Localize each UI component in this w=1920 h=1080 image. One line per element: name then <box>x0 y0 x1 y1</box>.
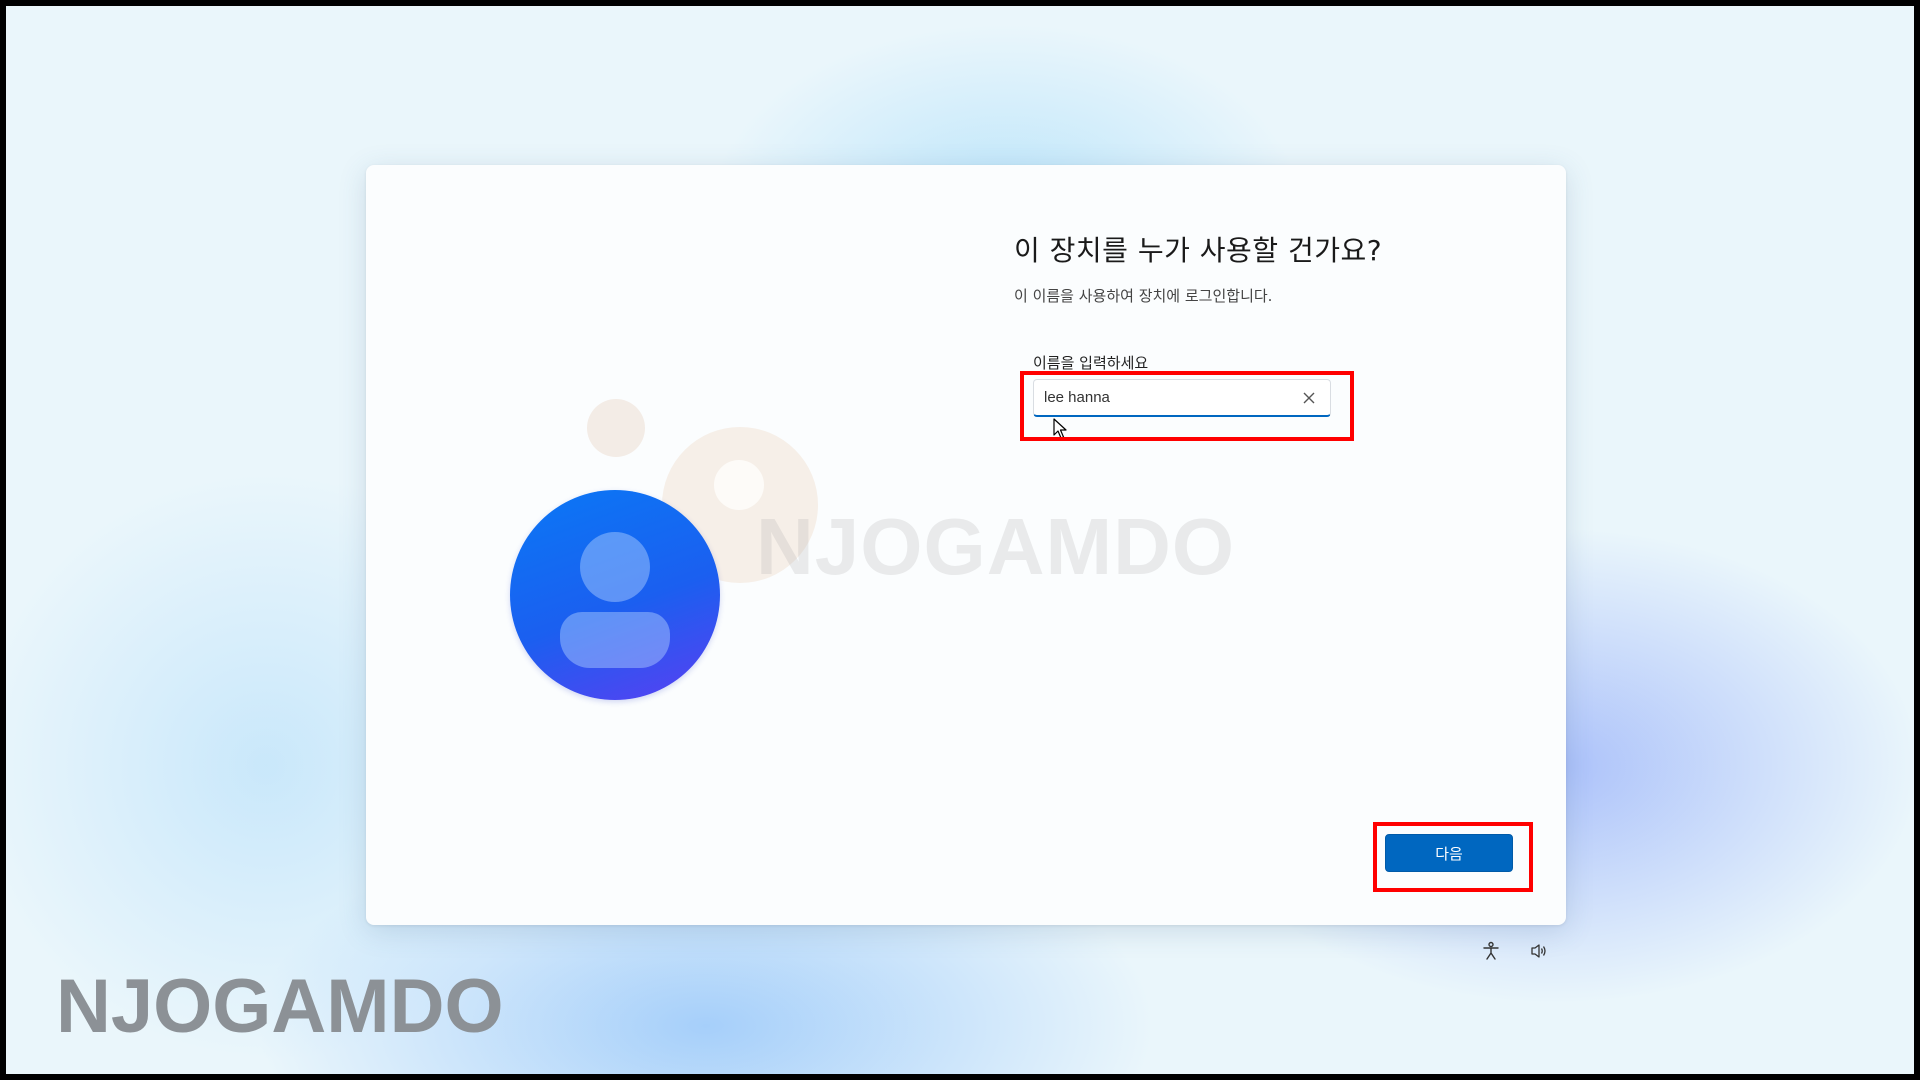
clear-input-button[interactable] <box>1296 385 1322 411</box>
user-avatar-icon <box>510 490 720 700</box>
name-input[interactable] <box>1033 379 1331 417</box>
dialog-title: 이 장치를 누가 사용할 건가요? <box>1014 234 1383 267</box>
mouse-cursor-icon <box>1053 418 1067 439</box>
avatar-head <box>580 532 650 602</box>
close-icon <box>1303 392 1315 404</box>
decorative-dot <box>587 399 645 457</box>
watermark-center: NJOGAMDO <box>756 502 1236 591</box>
next-button[interactable]: 다음 <box>1385 834 1513 872</box>
volume-icon <box>1531 944 1546 958</box>
volume-button[interactable] <box>1524 936 1554 966</box>
accessibility-button[interactable] <box>1476 936 1506 966</box>
accessibility-icon <box>1483 941 1499 960</box>
watermark-corner: NJOGAMDO <box>56 964 504 1049</box>
setup-screen: 이 장치를 누가 사용할 건가요? 이 이름을 사용하여 장치에 로그인합니다.… <box>6 6 1914 1074</box>
name-field-label: 이름을 입력하세요 <box>1033 354 1149 372</box>
dialog-subtitle: 이 이름을 사용하여 장치에 로그인합니다. <box>1014 287 1273 305</box>
avatar-body <box>560 612 670 668</box>
